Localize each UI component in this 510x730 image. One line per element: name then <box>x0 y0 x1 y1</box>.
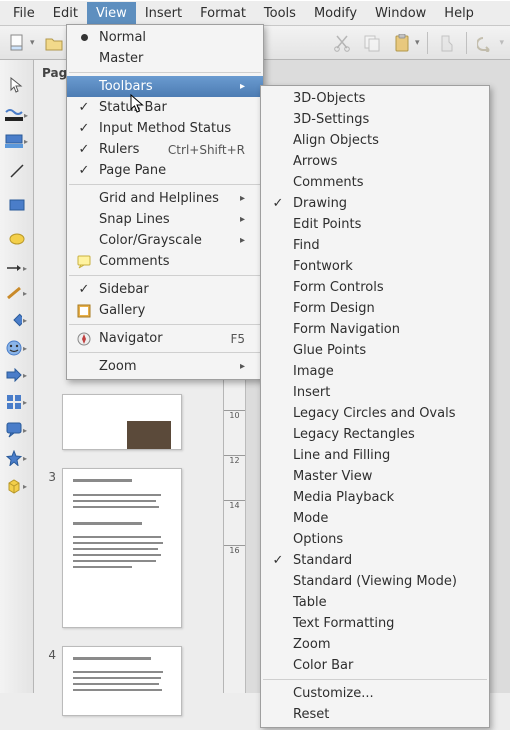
cut-icon[interactable] <box>331 32 353 54</box>
toolbars-item-customize-[interactable]: Customize... <box>261 683 489 704</box>
3d-objects-tool[interactable]: ▸ <box>6 478 27 494</box>
toolbars-item-form-controls[interactable]: Form Controls <box>261 277 489 298</box>
toolbars-item-glue-points[interactable]: Glue Points <box>261 340 489 361</box>
view-menu-item-master[interactable]: Master <box>67 48 263 69</box>
menu-tools[interactable]: Tools <box>255 2 305 25</box>
view-menu-item-color-grayscale[interactable]: Color/Grayscale▸ <box>67 230 263 251</box>
menu-format[interactable]: Format <box>191 2 255 25</box>
page-thumbnail[interactable]: 4 <box>34 642 223 730</box>
view-menu-item-snap-lines[interactable]: Snap Lines▸ <box>67 209 263 230</box>
toolbars-item-legacy-rectangles[interactable]: Legacy Rectangles <box>261 424 489 445</box>
toolbars-item-comments[interactable]: Comments <box>261 172 489 193</box>
new-icon <box>6 32 28 54</box>
toolbar-separator <box>427 32 428 54</box>
view-menu-item-navigator[interactable]: NavigatorF5 <box>67 328 263 349</box>
toolbars-item-fontwork[interactable]: Fontwork <box>261 256 489 277</box>
view-menu-item-status-bar[interactable]: ✓Status Bar <box>67 97 263 118</box>
view-menu-item-gallery[interactable]: Gallery <box>67 300 263 321</box>
toolbars-item-find[interactable]: Find <box>261 235 489 256</box>
view-menu-item-grid-and-helplines[interactable]: Grid and Helplines▸ <box>67 188 263 209</box>
menu-insert[interactable]: Insert <box>136 2 191 25</box>
toolbars-item-color-bar[interactable]: Color Bar <box>261 655 489 676</box>
toolbars-item-master-view[interactable]: Master View <box>261 466 489 487</box>
page-thumbnail[interactable]: 3 <box>34 464 223 642</box>
connector-tool[interactable]: ▸ <box>6 262 27 274</box>
toolbars-item-edit-points[interactable]: Edit Points <box>261 214 489 235</box>
toolbars-item-drawing[interactable]: ✓Drawing <box>261 193 489 214</box>
paste-icon <box>391 32 413 54</box>
view-menu-item-input-method-status[interactable]: ✓Input Method Status <box>67 118 263 139</box>
undo-icon <box>475 32 497 54</box>
toolbars-item-3d-objects[interactable]: 3D-Objects <box>261 88 489 109</box>
page-number <box>42 394 56 396</box>
view-menu-dropdown: NormalMaster Toolbars▸✓Status Bar✓Input M… <box>66 24 264 380</box>
view-menu-item-page-pane[interactable]: ✓Page Pane <box>67 160 263 181</box>
copy-icon[interactable] <box>361 32 383 54</box>
toolbars-item-image[interactable]: Image <box>261 361 489 382</box>
toolbars-submenu: 3D-Objects3D-SettingsAlign ObjectsArrows… <box>260 85 490 728</box>
paste-button[interactable]: ▾ <box>391 32 420 54</box>
toolbars-item-options[interactable]: Options <box>261 529 489 550</box>
view-menu-item-sidebar[interactable]: ✓Sidebar <box>67 279 263 300</box>
toolbars-item-reset[interactable]: Reset <box>261 704 489 725</box>
menu-window[interactable]: Window <box>366 2 435 25</box>
toolbars-item-zoom[interactable]: Zoom <box>261 634 489 655</box>
basic-shapes-tool[interactable]: ▸ <box>6 312 27 328</box>
view-menu-item-comments[interactable]: Comments <box>67 251 263 272</box>
fill-color-tool[interactable]: ▸ <box>5 134 28 148</box>
callouts-tool[interactable]: ▸ <box>6 422 27 438</box>
ellipse-tool[interactable] <box>6 228 28 250</box>
menu-file[interactable]: File <box>4 2 44 25</box>
toolbars-item-form-navigation[interactable]: Form Navigation <box>261 319 489 340</box>
view-menu-item-zoom[interactable]: Zoom▸ <box>67 356 263 377</box>
toolbars-item-align-objects[interactable]: Align Objects <box>261 130 489 151</box>
toolbars-item-mode[interactable]: Mode <box>261 508 489 529</box>
menubar: File Edit View Insert Format Tools Modif… <box>0 0 510 26</box>
curve-tool[interactable]: ▸ <box>6 286 27 300</box>
menu-help[interactable]: Help <box>435 2 483 25</box>
menu-edit[interactable]: Edit <box>44 2 87 25</box>
view-menu-item-rulers[interactable]: ✓RulersCtrl+Shift+R <box>67 139 263 160</box>
view-menu-item-normal[interactable]: Normal <box>67 27 263 48</box>
view-menu-item-toolbars[interactable]: Toolbars▸ <box>67 76 263 97</box>
line-color-tool[interactable]: ▸ <box>5 108 28 122</box>
toolbars-item-form-design[interactable]: Form Design <box>261 298 489 319</box>
toolbar-separator <box>466 32 467 54</box>
open-icon[interactable] <box>43 32 65 54</box>
pointer-tool[interactable] <box>6 74 28 96</box>
drawing-toolbar: ▸ ▸ ▸ ▸ ▸ ▸ ▸ ▸ ▸ ▸ ▸ <box>0 60 34 693</box>
toolbars-item-standard[interactable]: ✓Standard <box>261 550 489 571</box>
menu-modify[interactable]: Modify <box>305 2 366 25</box>
clone-formatting-icon[interactable] <box>436 32 458 54</box>
toolbars-item-media-playback[interactable]: Media Playback <box>261 487 489 508</box>
toolbars-item-standard-viewing-mode-[interactable]: Standard (Viewing Mode) <box>261 571 489 592</box>
toolbars-item-arrows[interactable]: Arrows <box>261 151 489 172</box>
undo-button[interactable]: ▾ <box>475 32 504 54</box>
symbol-shapes-tool[interactable]: ▸ <box>6 340 27 356</box>
toolbars-item-text-formatting[interactable]: Text Formatting <box>261 613 489 634</box>
rectangle-tool[interactable] <box>6 194 28 216</box>
page-number: 3 <box>42 468 56 484</box>
page-number: 4 <box>42 646 56 662</box>
toolbars-item-legacy-circles-and-ovals[interactable]: Legacy Circles and Ovals <box>261 403 489 424</box>
toolbars-item-line-and-filling[interactable]: Line and Filling <box>261 445 489 466</box>
line-tool[interactable] <box>6 160 28 182</box>
toolbars-item-3d-settings[interactable]: 3D-Settings <box>261 109 489 130</box>
new-button[interactable]: ▾ <box>6 32 35 54</box>
block-arrows-tool[interactable]: ▸ <box>6 368 27 382</box>
page-thumbnail[interactable] <box>34 390 223 464</box>
stars-tool[interactable]: ▸ <box>6 450 27 466</box>
toolbars-item-insert[interactable]: Insert <box>261 382 489 403</box>
menu-view[interactable]: View <box>87 2 136 25</box>
toolbars-item-table[interactable]: Table <box>261 592 489 613</box>
flowchart-tool[interactable]: ▸ <box>6 394 27 410</box>
